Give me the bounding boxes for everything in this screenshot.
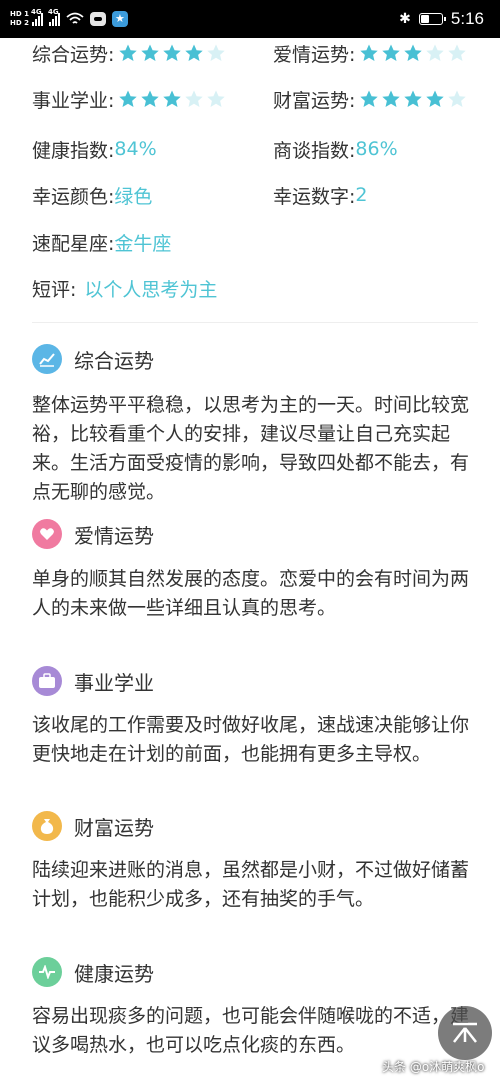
briefcase-icon xyxy=(32,666,62,696)
star-filled-icon xyxy=(404,44,423,61)
bluetooth-icon: ✱ xyxy=(399,11,411,27)
section-health-text: 容易出现痰多的问题，也可能会伴随喉咙的不适，建议多喝热水，也可以吃点化痰的东西。 xyxy=(32,1005,470,1056)
section-health-header: 健康运势 xyxy=(32,952,154,992)
divider xyxy=(32,322,478,323)
lucky-color-label: 幸运颜色: xyxy=(32,185,115,208)
star-filled-icon xyxy=(360,90,379,107)
short-comment-row: 短评: 以个人思考为主 xyxy=(32,271,217,305)
lucky-color-value: 绿色 xyxy=(114,185,153,208)
signal-icon: 4G xyxy=(31,8,43,26)
love-fortune-stars xyxy=(359,43,467,63)
section-love-text: 单身的顺其自然发展的态度。恋爱中的会有时间为两人的未来做一些详细且认真的思考。 xyxy=(32,568,470,619)
network-type-2: 4G xyxy=(47,8,59,16)
negotiation-index-label: 商谈指数: xyxy=(273,139,356,162)
star-filled-icon xyxy=(163,90,182,107)
star-filled-icon xyxy=(141,44,160,61)
section-career-header: 事业学业 xyxy=(32,661,154,701)
love-fortune-row: 爱情运势: xyxy=(273,36,467,70)
section-career-text: 该收尾的工作需要及时做好收尾，速战速决能够让你更快地走在计划的前面，也能拥有更多… xyxy=(32,714,470,765)
section-love-header: 爱情运势 xyxy=(32,514,154,554)
match-sign-label: 速配星座: xyxy=(32,232,115,255)
star-empty-icon xyxy=(207,44,226,61)
overall-fortune-stars xyxy=(118,43,226,63)
wifi-icon xyxy=(66,12,84,24)
heart-icon xyxy=(32,519,62,549)
match-sign-value: 金牛座 xyxy=(114,232,172,255)
career-fortune-label: 事业学业: xyxy=(32,89,115,112)
health-index-row: 健康指数: 84% xyxy=(32,132,157,166)
section-career-title: 事业学业 xyxy=(74,670,154,695)
section-overall-title: 综合运势 xyxy=(74,348,154,373)
star-filled-icon xyxy=(426,90,445,107)
wealth-fortune-label: 财富运势: xyxy=(273,89,356,112)
star-empty-icon xyxy=(426,44,445,61)
lucky-number-label: 幸运数字: xyxy=(273,185,356,208)
back-to-top-button[interactable] xyxy=(438,1006,492,1060)
star-empty-icon xyxy=(448,90,467,107)
section-overall-text: 整体运势平平稳稳，以思考为主的一天。时间比较宽裕，比较看重个人的安排，建议尽量让… xyxy=(32,394,470,503)
section-wealth-title: 财富运势 xyxy=(74,815,154,840)
wealth-fortune-row: 财富运势: xyxy=(273,82,467,116)
star-filled-icon xyxy=(141,90,160,107)
chart-icon xyxy=(32,344,62,374)
star-filled-icon xyxy=(404,90,423,107)
wealth-fortune-stars xyxy=(359,89,467,109)
negotiation-index-row: 商谈指数: 86% xyxy=(273,132,398,166)
star-filled-icon xyxy=(360,44,379,61)
pulse-icon xyxy=(32,957,62,987)
lucky-color-row: 幸运颜色: 绿色 xyxy=(32,178,152,212)
network-type-1: 4G xyxy=(30,8,42,16)
lucky-number-value: 2 xyxy=(355,184,368,206)
sim1-label: HD 1 xyxy=(10,10,29,18)
status-bar: HD 1 HD 2 4G 4G ★ ✱ 5:16 xyxy=(0,0,500,38)
watermark: 头条 @o沐萌爽枫o xyxy=(382,1060,485,1074)
match-sign-row: 速配星座: 金牛座 xyxy=(32,225,171,259)
star-filled-icon xyxy=(185,44,204,61)
overall-fortune-label: 综合运势: xyxy=(32,43,115,66)
star-filled-icon xyxy=(119,90,138,107)
health-index-label: 健康指数: xyxy=(32,139,115,162)
career-fortune-stars xyxy=(118,89,226,109)
career-fortune-row: 事业学业: xyxy=(32,82,226,116)
status-time: 5:16 xyxy=(450,9,484,28)
arrow-up-icon xyxy=(453,1022,477,1043)
star-filled-icon xyxy=(382,44,401,61)
money-bag-icon xyxy=(32,811,62,841)
star-empty-icon xyxy=(207,90,226,107)
health-index-value: 84% xyxy=(114,138,157,160)
short-comment-value: 以个人思考为主 xyxy=(84,278,218,301)
star-filled-icon xyxy=(163,44,182,61)
overall-fortune-row: 综合运势: xyxy=(32,36,226,70)
star-empty-icon xyxy=(448,44,467,61)
section-wealth-header: 财富运势 xyxy=(32,806,154,846)
battery-icon xyxy=(418,13,446,25)
star-filled-icon xyxy=(382,90,401,107)
star-empty-icon xyxy=(185,90,204,107)
section-overall-header: 综合运势 xyxy=(32,339,154,379)
lucky-number-row: 幸运数字: 2 xyxy=(273,178,368,212)
star-filled-icon xyxy=(119,44,138,61)
love-fortune-label: 爱情运势: xyxy=(273,43,356,66)
notification-app-icon xyxy=(89,12,106,26)
sim-labels: HD 1 HD 2 xyxy=(10,10,29,28)
negotiation-index-value: 86% xyxy=(355,138,398,160)
section-wealth-text: 陆续迎来进账的消息，虽然都是小财，不过做好储蓄计划，也能积少成多，还有抽奖的手气… xyxy=(32,859,470,910)
section-love-title: 爱情运势 xyxy=(74,523,154,548)
signal-icon-2: 4G xyxy=(48,8,60,26)
section-health-title: 健康运势 xyxy=(74,961,154,986)
sim2-label: HD 2 xyxy=(10,19,29,27)
short-comment-label: 短评: xyxy=(32,278,77,301)
star-app-icon: ★ xyxy=(111,11,128,27)
